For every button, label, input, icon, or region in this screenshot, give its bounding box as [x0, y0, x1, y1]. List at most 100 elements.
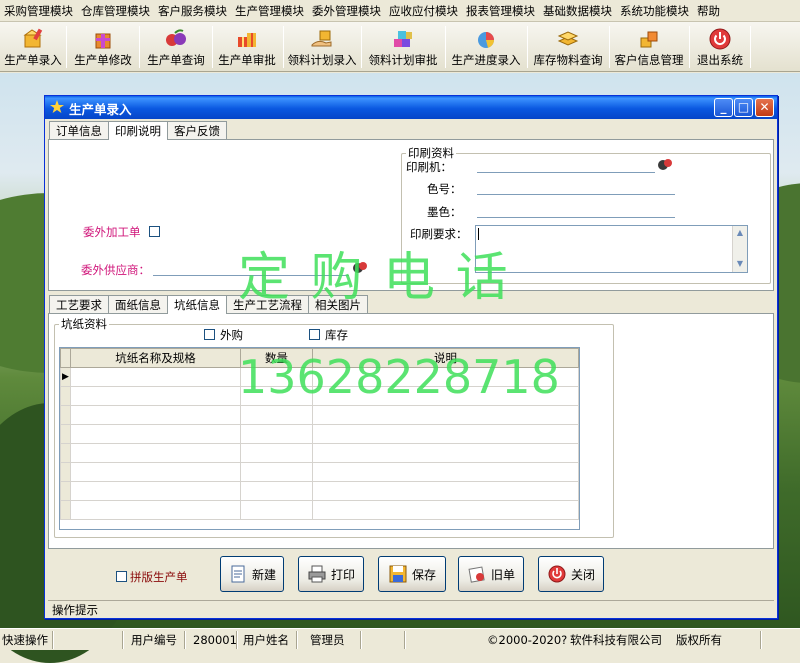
toolbar-order-approve-button[interactable]: 生产单审批 — [214, 24, 280, 70]
supplier-picker-icon[interactable] — [352, 260, 368, 274]
toolbar-material-plan-approve-button[interactable]: 领料计划审批 — [364, 24, 442, 70]
new-button[interactable]: 新建 — [220, 556, 284, 592]
stock-checkbox[interactable] — [309, 329, 320, 340]
hint-bar: 操作提示 — [48, 600, 774, 617]
status-quick-ops[interactable]: 快速操作 — [2, 632, 48, 649]
status-bar: 快速操作 用户编号 280001 用户姓名 管理员 ©2000-2020? 软件… — [0, 628, 800, 650]
table-row[interactable] — [60, 386, 579, 406]
menu-help[interactable]: 帮助 — [693, 0, 724, 21]
bottom-tabstrip: 工艺要求 面纸信息 坑纸信息 生产工艺流程 相关图片 — [49, 295, 368, 314]
table-row[interactable] — [60, 405, 579, 425]
requirement-label: 印刷要求： — [410, 227, 468, 241]
hand-box-icon — [311, 30, 332, 47]
batch-label: 拼版生产单 — [130, 570, 188, 584]
tab-images[interactable]: 相关图片 — [308, 295, 368, 313]
status-user-id-label: 用户编号 — [131, 633, 177, 647]
tab-corrugated-paper[interactable]: 坑纸信息 — [167, 295, 227, 314]
boxes-icon — [640, 31, 658, 48]
tab-customer-feedback[interactable]: 客户反馈 — [167, 121, 227, 139]
pie-chart-icon — [478, 32, 494, 48]
menu-production[interactable]: 生产管理模块 — [231, 0, 308, 21]
print-notes-panel: 委外加工单 委外供应商： 印刷资料 印刷机： 色号： 墨色： 印刷要求： ▲ ▼ — [48, 139, 774, 291]
old-order-button[interactable]: 旧单 — [458, 556, 524, 592]
gift-box-icon — [95, 33, 111, 49]
color-no-label: 色号： — [427, 182, 462, 196]
save-button[interactable]: 保存 — [378, 556, 446, 592]
col-name-spec[interactable]: 坑纸名称及规格 — [70, 348, 241, 368]
toolbar-order-query-button[interactable]: 生产单查询 — [143, 24, 209, 70]
menu-warehouse[interactable]: 仓库管理模块 — [77, 0, 154, 21]
toolbar-material-plan-entry-button[interactable]: 领料计划录入 — [286, 24, 358, 70]
row-selector-header — [60, 348, 71, 368]
supplier-label: 委外供应商： — [81, 263, 150, 277]
toolbar-progress-entry-button[interactable]: 生产进度录入 — [448, 24, 524, 70]
color-no-input[interactable] — [477, 178, 675, 195]
table-row[interactable] — [60, 500, 579, 520]
toolbar-customer-info-button[interactable]: 客户信息管理 — [612, 24, 686, 70]
menu-receivable-payable[interactable]: 应收应付模块 — [385, 0, 462, 21]
power-icon — [548, 565, 566, 583]
batch-checkbox[interactable] — [116, 571, 127, 582]
dialog-titlebar[interactable]: 生产单录入 _ □ ✕ — [45, 96, 777, 119]
stacked-boxes-icon — [557, 31, 579, 46]
toolbar: 生产单录入 生产单修改 生产单查询 生产单审批 领料计划录入 领料计划审批 生产… — [0, 22, 800, 72]
scroll-up-icon[interactable]: ▲ — [733, 226, 747, 240]
table-row[interactable] — [60, 462, 579, 482]
close-button[interactable]: 关闭 — [538, 556, 604, 592]
table-row[interactable] — [60, 443, 579, 463]
tab-process-requirements[interactable]: 工艺要求 — [49, 295, 109, 313]
menu-purchase[interactable]: 采购管理模块 — [0, 0, 77, 21]
menu-customer-service[interactable]: 客户服务模块 — [154, 0, 231, 21]
order-entry-dialog: 生产单录入 _ □ ✕ 订单信息 印刷说明 客户反馈 委外加工单 委外供应商： … — [44, 95, 778, 619]
power-icon — [709, 28, 731, 50]
corrugated-legend: 坑纸资料 — [61, 317, 107, 331]
floppy-disk-icon — [389, 565, 407, 583]
hint-label: 操作提示 — [52, 603, 98, 617]
menu-system[interactable]: 系统功能模块 — [616, 0, 693, 21]
blocks-icon — [394, 31, 412, 47]
status-user-name: 管理员 — [310, 633, 345, 647]
toolbar-stock-query-button[interactable]: 库存物料查询 — [530, 24, 606, 70]
current-row-arrow-icon: ▶ — [60, 367, 71, 387]
menu-reports[interactable]: 报表管理模块 — [462, 0, 539, 21]
maximize-button[interactable]: □ — [734, 98, 753, 117]
menu-outsourcing[interactable]: 委外管理模块 — [308, 0, 385, 21]
tab-face-paper[interactable]: 面纸信息 — [108, 295, 168, 313]
col-notes[interactable]: 说明 — [312, 348, 579, 368]
close-window-button[interactable]: ✕ — [755, 98, 774, 117]
new-document-icon — [231, 565, 245, 583]
toolbar-exit-button[interactable]: 退出系统 — [692, 24, 748, 70]
tab-print-notes[interactable]: 印刷说明 — [108, 121, 168, 140]
outsource-checkbox[interactable] — [149, 226, 160, 237]
press-picker-icon[interactable] — [657, 157, 673, 171]
gifts-icon — [238, 33, 256, 47]
col-quantity[interactable]: 数量 — [240, 348, 313, 368]
table-row[interactable] — [60, 481, 579, 501]
toolbar-order-edit-button[interactable]: 生产单修改 — [70, 24, 136, 70]
scroll-down-icon[interactable]: ▼ — [733, 257, 747, 271]
table-row[interactable]: ▶ — [60, 367, 579, 387]
press-input[interactable] — [477, 156, 655, 173]
printer-icon — [308, 565, 326, 583]
outsourced-label: 外购 — [220, 328, 243, 342]
press-label: 印刷机： — [406, 160, 452, 174]
toolbar-order-entry-button[interactable]: 生产单录入 — [2, 24, 64, 70]
supplier-input[interactable] — [153, 259, 349, 276]
requirement-scrollbar[interactable]: ▲ ▼ — [732, 226, 747, 272]
outsourced-checkbox[interactable] — [204, 329, 215, 340]
tab-process-flow[interactable]: 生产工艺流程 — [226, 295, 309, 313]
outsource-label: 委外加工单 — [83, 225, 141, 239]
fruit-icon — [166, 29, 186, 46]
document-stamp-icon — [468, 566, 485, 583]
print-button[interactable]: 打印 — [298, 556, 364, 592]
requirement-textarea[interactable]: ▲ ▼ — [475, 225, 748, 273]
status-rights: 版权所有 — [676, 633, 722, 647]
stock-label: 库存 — [325, 328, 348, 342]
ink-color-input[interactable] — [477, 201, 675, 218]
minimize-button[interactable]: _ — [714, 98, 733, 117]
status-user-id: 280001 — [193, 633, 237, 647]
table-row[interactable] — [60, 424, 579, 444]
corrugated-grid[interactable]: 坑纸名称及规格 数量 说明 ▶ — [59, 347, 580, 530]
menu-base-data[interactable]: 基础数据模块 — [539, 0, 616, 21]
tab-order-info[interactable]: 订单信息 — [49, 121, 109, 139]
